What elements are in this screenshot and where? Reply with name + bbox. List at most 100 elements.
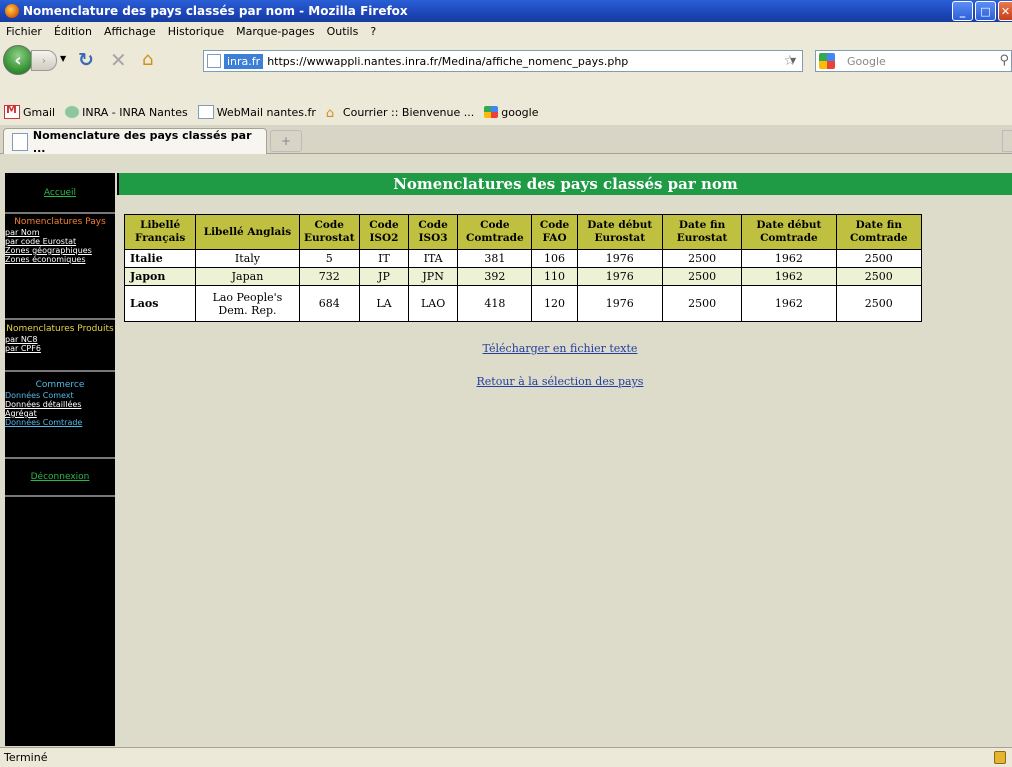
bookmark-webmail[interactable]: WebMail nantes.fr <box>197 105 316 119</box>
table-cell: 2500 <box>661 267 743 286</box>
table-cell: 392 <box>457 267 533 286</box>
search-bar[interactable]: Google ⚲ <box>815 50 1012 72</box>
donnees-comext-label: Données Comext <box>5 391 74 400</box>
url-text[interactable]: https://wwwappli.nantes.inra.fr/Medina/a… <box>267 55 628 68</box>
table-row: Italie Italy 5 IT ITA 381 106 1976 2500 … <box>123 249 923 268</box>
navigation-toolbar: ‹ › ▼ ↻ ✕ ⌂ inra.fr https://wwwappli.nan… <box>0 41 1012 97</box>
bookmark-label: INRA - INRA Nantes <box>82 105 188 119</box>
table-cell: 1976 <box>576 249 663 268</box>
pays-title: Nomenclatures Pays <box>14 217 106 227</box>
tab-nomenclature[interactable]: Nomenclature des pays classés par ... <box>3 128 267 155</box>
forward-button[interactable]: › <box>31 50 57 71</box>
window-controls: _ □ ✕ <box>950 1 1012 21</box>
reload-icon[interactable]: ↻ <box>78 49 94 71</box>
history-dropdown-icon[interactable]: ▼ <box>60 54 66 63</box>
menu-affichage[interactable]: Affichage <box>104 25 156 38</box>
tab-label: Nomenclature des pays classés par ... <box>32 128 252 155</box>
table-cell: 106 <box>531 249 578 268</box>
table-cell: 1962 <box>741 285 837 322</box>
zones-geographiques-link[interactable]: Zones géographiques <box>5 246 115 255</box>
back-button[interactable]: ‹ <box>3 45 33 75</box>
column-header: Date début Eurostat <box>576 214 663 250</box>
table-cell: 2500 <box>835 267 923 286</box>
table-cell: JP <box>358 267 410 286</box>
sidebar-accueil-section: Accueil <box>5 173 115 214</box>
menu-marque-pages[interactable]: Marque-pages <box>236 25 314 38</box>
deconnexion-link[interactable]: Déconnexion <box>31 472 90 482</box>
table-cell: Japon <box>123 267 197 286</box>
home-icon[interactable]: ⌂ <box>142 49 153 70</box>
table-cell: 418 <box>457 285 533 322</box>
house-icon: ⌂ <box>325 106 335 121</box>
table-cell: LAO <box>408 285 459 322</box>
bookmark-google[interactable]: google <box>484 106 538 119</box>
stop-icon[interactable]: ✕ <box>110 48 127 72</box>
page-content: Accueil Nomenclatures Pays par Nom par c… <box>0 154 1012 747</box>
page-icon <box>12 132 28 151</box>
site-identity-button[interactable]: inra.fr <box>224 53 264 69</box>
back-to-selection-link[interactable]: Retour à la sélection des pays <box>0 375 1012 388</box>
bookmark-inra[interactable]: INRA - INRA Nantes <box>65 106 188 119</box>
status-bar: Terminé <box>0 747 1012 767</box>
column-header: Code Comtrade <box>457 214 533 250</box>
accueil-link[interactable]: Accueil <box>44 188 76 198</box>
minimize-icon[interactable]: _ <box>952 1 973 21</box>
table-row: Laos Lao People's Dem. Rep. 684 LA LAO 4… <box>123 285 923 322</box>
url-dropdown-icon[interactable]: ▼ <box>790 56 796 65</box>
menu-edition[interactable]: Édition <box>54 25 92 38</box>
gmail-icon <box>4 103 20 119</box>
table-cell: Laos <box>123 285 197 322</box>
google-engine-icon[interactable] <box>819 53 835 69</box>
search-icon[interactable]: ⚲ <box>999 53 1009 68</box>
table-cell: JPN <box>408 267 459 286</box>
new-tab-button[interactable]: + <box>270 130 302 152</box>
countries-table: Libellé Français Libellé Anglais Code Eu… <box>123 214 923 322</box>
tab-bar: Nomenclature des pays classés par ... + <box>0 125 1012 155</box>
menu-fichier[interactable]: Fichier <box>6 25 42 38</box>
bookmark-label: WebMail nantes.fr <box>216 105 316 119</box>
page-favicon-icon <box>207 54 221 68</box>
zones-economiques-link[interactable]: Zones économiques <box>5 255 115 264</box>
column-header: Code Eurostat <box>298 214 360 250</box>
par-nom-link[interactable]: par Nom <box>5 228 115 237</box>
donnees-comtrade-link[interactable]: Données Comtrade <box>5 418 115 427</box>
par-code-eurostat-link[interactable]: par code Eurostat <box>5 237 115 246</box>
column-header: Code FAO <box>531 214 578 250</box>
google-icon <box>484 106 499 118</box>
table-cell: 110 <box>531 267 578 286</box>
url-bar[interactable]: inra.fr https://wwwappli.nantes.inra.fr/… <box>203 50 803 72</box>
table-cell: 1976 <box>576 267 663 286</box>
download-text-link[interactable]: Télécharger en fichier texte <box>0 342 1012 355</box>
table-cell: Italie <box>123 249 197 268</box>
agregat-link[interactable]: Agrégat <box>5 409 115 418</box>
lock-icon[interactable] <box>994 751 1006 764</box>
column-header: Code ISO2 <box>358 214 410 250</box>
menu-bar: Fichier Édition Affichage Historique Mar… <box>0 22 1012 41</box>
menu-outils[interactable]: Outils <box>327 25 359 38</box>
firefox-icon <box>5 4 19 18</box>
column-header: Date début Comtrade <box>741 214 837 250</box>
table-cell: 2500 <box>661 249 743 268</box>
column-header: Libellé Français <box>123 214 197 250</box>
bookmark-label: Courrier :: Bienvenue ... <box>342 105 475 119</box>
menu-historique[interactable]: Historique <box>168 25 224 38</box>
page-icon <box>197 105 214 119</box>
status-text: Terminé <box>4 751 48 764</box>
table-cell: 1962 <box>741 267 837 286</box>
bookmark-gmail[interactable]: Gmail <box>4 103 55 119</box>
close-icon[interactable]: ✕ <box>998 1 1012 21</box>
page-title: Nomenclatures des pays classés par nom <box>117 173 1012 195</box>
tab-list-button[interactable] <box>1002 130 1012 152</box>
bookmark-label: google <box>501 105 539 119</box>
column-header: Date fin Eurostat <box>661 214 743 250</box>
bookmark-courrier[interactable]: ⌂ Courrier :: Bienvenue ... <box>325 105 475 122</box>
menu-aide[interactable]: ? <box>370 25 376 38</box>
sidebar: Accueil Nomenclatures Pays par Nom par c… <box>5 173 115 746</box>
window-title: Nomenclature des pays classés par nom - … <box>23 4 408 18</box>
table-cell: 5 <box>298 249 360 268</box>
donnees-detaillees-link[interactable]: Données détaillées <box>5 400 115 409</box>
table-row: Japon Japan 732 JP JPN 392 110 1976 2500… <box>123 267 923 286</box>
sidebar-pays-section: Nomenclatures Pays par Nom par code Euro… <box>5 214 115 320</box>
maximize-icon[interactable]: □ <box>975 1 996 21</box>
search-input[interactable]: Google <box>847 55 886 68</box>
